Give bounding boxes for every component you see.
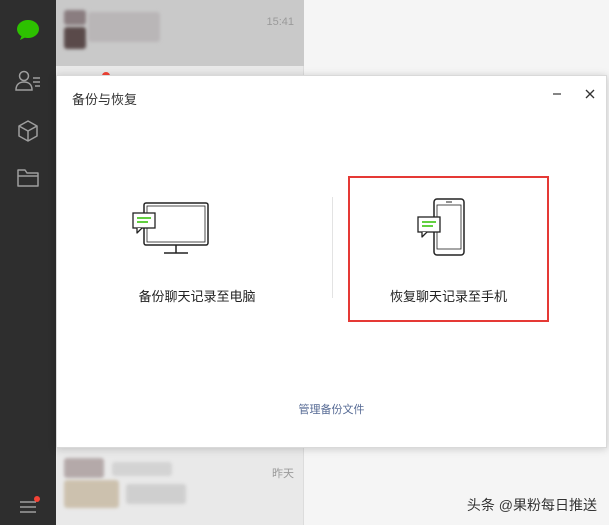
chat-list-item[interactable]: 昨天: [56, 452, 304, 518]
files-icon[interactable]: [10, 160, 46, 196]
favorites-icon[interactable]: [10, 113, 46, 149]
chat-time: 昨天: [272, 468, 294, 480]
chat-name: [88, 12, 160, 42]
menu-icon[interactable]: [10, 488, 46, 524]
contacts-icon[interactable]: [10, 63, 46, 99]
backup-to-pc-label: 备份聊天记录至电脑: [138, 290, 256, 305]
chat-icon[interactable]: [10, 12, 46, 48]
avatar: [64, 458, 104, 478]
watermark: 头条 @果粉每日推送: [466, 497, 597, 513]
backup-restore-dialog: 备份与恢复 备份聊天记录至电脑 恢复聊天记录至手机 管理备份文件: [56, 75, 607, 448]
chat-preview: [126, 484, 186, 504]
manage-backup-link[interactable]: 管理备份文件: [57, 401, 606, 417]
close-icon[interactable]: [578, 82, 602, 106]
monitor-icon: [132, 202, 209, 254]
dialog-title: 备份与恢复: [72, 93, 138, 108]
sidebar: [0, 0, 56, 525]
chat-list-item[interactable]: 15:41: [56, 0, 304, 66]
divider: [332, 197, 333, 298]
minimize-icon[interactable]: [545, 82, 569, 106]
chat-name: [112, 462, 172, 476]
backup-to-pc-button[interactable]: 备份聊天记录至电脑: [97, 181, 297, 321]
chat-time: 15:41: [266, 16, 294, 28]
highlight-box: [348, 176, 549, 322]
avatar: [64, 27, 86, 49]
avatar: [64, 480, 119, 508]
avatar: [64, 10, 86, 25]
